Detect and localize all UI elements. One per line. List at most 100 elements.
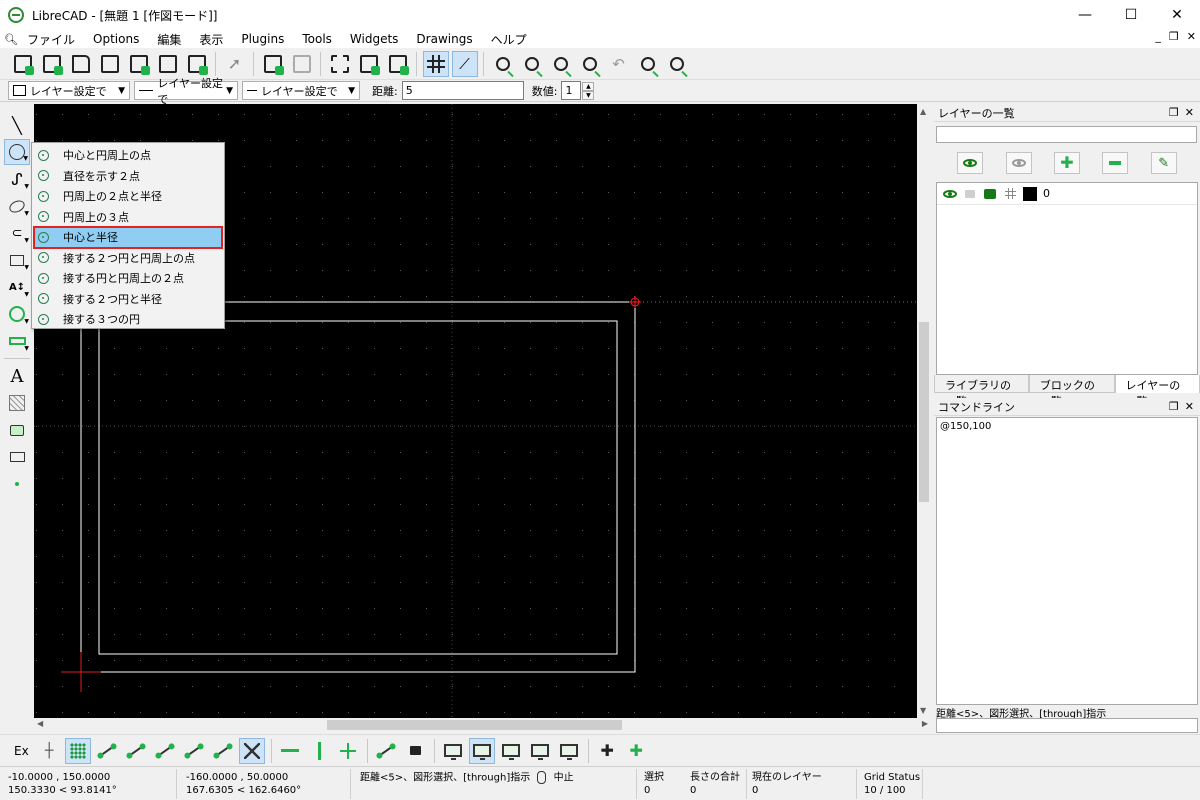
- polyline-tool-button[interactable]: ⊂ ▼: [4, 220, 30, 246]
- menu-drawings[interactable]: Drawings: [407, 32, 481, 46]
- image-tool-button[interactable]: [4, 417, 30, 443]
- distance-input[interactable]: 5: [401, 81, 524, 100]
- copy-button[interactable]: [356, 51, 382, 77]
- circle-3-points-item[interactable]: 円周上の３点: [32, 207, 224, 228]
- save-button[interactable]: [97, 51, 123, 77]
- layer-row[interactable]: 0: [937, 183, 1197, 205]
- grid-toggle-button[interactable]: [422, 50, 449, 77]
- add-view-button[interactable]: ✚: [594, 738, 620, 764]
- paste-button[interactable]: [385, 51, 411, 77]
- dock-float-icon[interactable]: ❐: [1169, 106, 1179, 119]
- draft-mode-button[interactable]: ⟋: [451, 50, 478, 77]
- line-tool-button[interactable]: ╲: [4, 112, 30, 138]
- snap-middle-button[interactable]: [181, 738, 207, 764]
- close-button[interactable]: ✕: [1154, 0, 1200, 30]
- layer-lock-toggle[interactable]: [963, 187, 977, 201]
- remove-layer-button[interactable]: [1102, 152, 1129, 174]
- horizontal-scroll-thumb[interactable]: [327, 720, 622, 730]
- scroll-right-icon[interactable]: ▶: [922, 719, 928, 728]
- lock-relative-zero-button[interactable]: [402, 738, 428, 764]
- save-as-button[interactable]: [126, 51, 152, 77]
- snap-free-button[interactable]: ┼: [36, 738, 62, 764]
- circle-tangent-2-circles-radius-item[interactable]: 接する２つ円と半径: [32, 289, 224, 310]
- spin-down-icon[interactable]: ▼: [582, 90, 595, 100]
- document-zoom-icon[interactable]: 🔍︎: [4, 33, 18, 46]
- modify-tool-button[interactable]: ▼: [4, 301, 30, 327]
- command-input[interactable]: [936, 718, 1198, 733]
- circle-2-points-item[interactable]: 直径を示す２点: [32, 166, 224, 187]
- view-4-button[interactable]: [527, 738, 553, 764]
- curve-tool-button[interactable]: ᔑ ▼: [4, 166, 30, 192]
- line-width-combo[interactable]: レイヤー設定で ▼: [134, 77, 238, 106]
- zoom-window-button[interactable]: [635, 51, 661, 77]
- spin-up-icon[interactable]: ▲: [582, 81, 595, 91]
- snap-on-entity-button[interactable]: [123, 738, 149, 764]
- doc-close-button[interactable]: ✕: [1187, 30, 1196, 43]
- count-spinner[interactable]: ▲ ▼: [582, 81, 595, 100]
- cut-button[interactable]: [327, 51, 353, 77]
- zoom-auto-button[interactable]: [577, 51, 603, 77]
- ellipse-tool-button[interactable]: ▼: [4, 193, 30, 219]
- new-template-button[interactable]: [39, 51, 65, 77]
- circle-tangent-circle-2-points-item[interactable]: 接する円と円周上の２点: [32, 268, 224, 289]
- color-combo[interactable]: レイヤー設定で ▼: [8, 81, 130, 100]
- tab-blocks[interactable]: ブロックの一覧: [1028, 375, 1115, 408]
- view-2-button[interactable]: [469, 737, 496, 764]
- layer-print-toggle[interactable]: [983, 187, 997, 201]
- dock-close-icon[interactable]: ✕: [1185, 106, 1194, 119]
- snap-distance-button[interactable]: [210, 738, 236, 764]
- snap-center-button[interactable]: [152, 738, 178, 764]
- snap-grid-button[interactable]: [65, 737, 92, 764]
- zoom-out-button[interactable]: [548, 51, 574, 77]
- layer-filter-input[interactable]: [936, 126, 1197, 143]
- circle-tangent-2-circles-point-item[interactable]: 接する２つ円と円周上の点: [32, 248, 224, 269]
- menu-tools[interactable]: Tools: [293, 32, 341, 46]
- count-input[interactable]: 1: [561, 81, 582, 100]
- horizontal-scrollbar[interactable]: ◀ ▶: [34, 718, 931, 732]
- circle-2-points-radius-item[interactable]: 円周上の２点と半径: [32, 186, 224, 207]
- layer-color-cell[interactable]: [1023, 186, 1037, 201]
- dock-float-icon[interactable]: ❐: [1169, 400, 1179, 413]
- scroll-up-icon[interactable]: ▲: [920, 107, 926, 116]
- view-5-button[interactable]: [556, 738, 582, 764]
- menu-view[interactable]: 表示: [190, 31, 232, 48]
- show-all-layers-button[interactable]: [957, 152, 984, 174]
- undo-button[interactable]: [260, 51, 286, 77]
- maximize-button[interactable]: ☐: [1108, 0, 1154, 30]
- vertical-scroll-thumb[interactable]: [919, 322, 929, 502]
- tab-library[interactable]: ライブラリの一覧: [934, 375, 1029, 408]
- restrict-orthogonal-button[interactable]: [335, 738, 361, 764]
- tab-layers[interactable]: レイヤーの一覧: [1114, 375, 1200, 408]
- circle-center-point-item[interactable]: 中心と円周上の点: [32, 145, 224, 166]
- dock-close-icon[interactable]: ✕: [1185, 400, 1194, 413]
- hatch-tool-button[interactable]: [4, 390, 30, 416]
- layer-visible-toggle[interactable]: [943, 187, 957, 201]
- select-pointer-button[interactable]: ➚: [222, 51, 248, 77]
- scroll-left-icon[interactable]: ◀: [37, 719, 43, 728]
- view-1-button[interactable]: [440, 738, 466, 764]
- hide-all-layers-button[interactable]: [1005, 152, 1032, 174]
- measure-tool-button[interactable]: ▼: [4, 328, 30, 354]
- circle-center-radius-item[interactable]: 中心と半径: [33, 226, 223, 249]
- redo-button[interactable]: [289, 51, 315, 77]
- new-file-button[interactable]: [10, 51, 36, 77]
- menu-help[interactable]: ヘルプ: [482, 31, 536, 48]
- zoom-in-button[interactable]: [519, 51, 545, 77]
- menu-widgets[interactable]: Widgets: [341, 32, 408, 46]
- text-tool-button[interactable]: A: [4, 363, 30, 389]
- doc-minimize-button[interactable]: _: [1155, 30, 1161, 43]
- scroll-down-icon[interactable]: ▼: [920, 706, 926, 715]
- circle-tool-button[interactable]: ▼: [4, 139, 30, 165]
- minimize-button[interactable]: —: [1062, 0, 1108, 30]
- open-file-button[interactable]: [68, 51, 94, 77]
- menu-options[interactable]: Options: [84, 32, 148, 46]
- point-tool-button[interactable]: [4, 471, 30, 497]
- print-button[interactable]: [155, 51, 181, 77]
- restrict-vertical-button[interactable]: [306, 738, 332, 764]
- print-preview-button[interactable]: [184, 51, 210, 77]
- zoom-previous-button[interactable]: ↶: [606, 51, 632, 77]
- snap-intersection-button[interactable]: [239, 737, 266, 764]
- add-layer-button[interactable]: ✚: [1053, 152, 1080, 174]
- block-tool-button[interactable]: [4, 444, 30, 470]
- edit-layer-button[interactable]: ✎: [1150, 152, 1177, 174]
